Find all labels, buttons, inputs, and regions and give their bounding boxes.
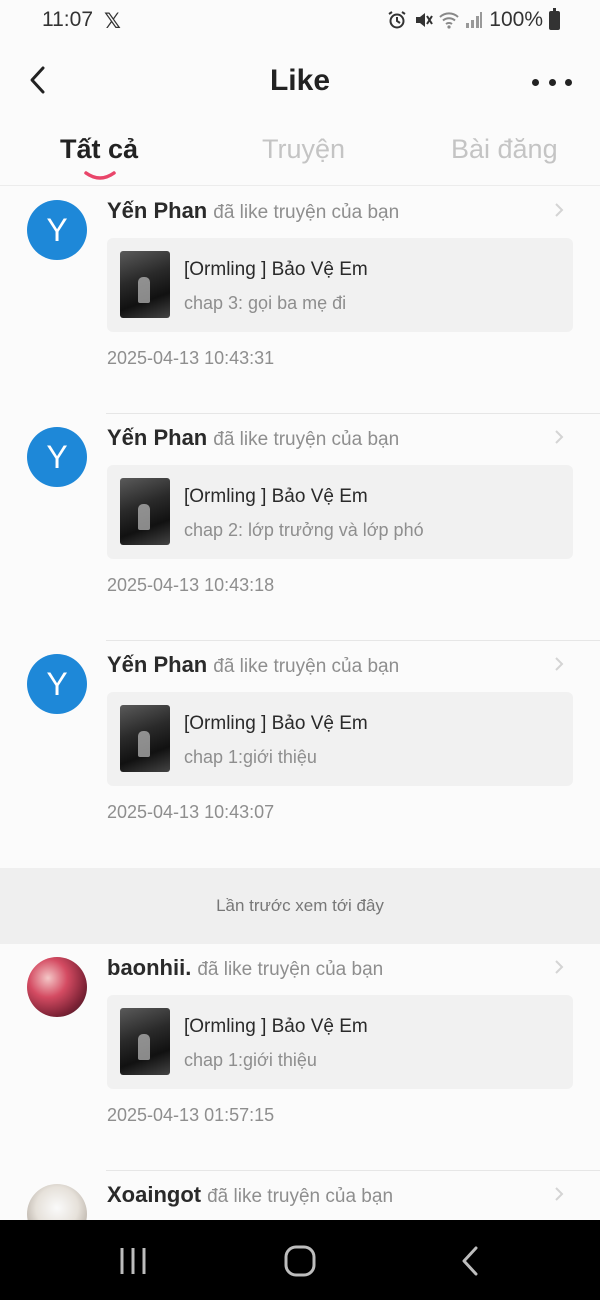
alarm-icon — [388, 11, 406, 29]
username[interactable]: Yến Phan — [107, 425, 207, 450]
page-title: Like — [269, 64, 331, 97]
more-options-button[interactable] — [532, 68, 572, 96]
chevron-right-icon — [555, 203, 564, 217]
story-title: [Ormling ] Bảo Vệ Em — [184, 486, 368, 507]
list-item[interactable]: baonhii. đã like truyện của bạn [Ormling … — [0, 944, 600, 1171]
list-item[interactable]: Y Yến Phan đã like truyện của bạn [Ormlin… — [0, 414, 600, 641]
list-item[interactable]: Xoaingot đã like truyện của bạn — [0, 1171, 600, 1220]
recent-apps-icon — [120, 1248, 146, 1274]
story-card[interactable]: [Ormling ] Bảo Vệ Em chap 3: gọi ba mẹ đ… — [107, 238, 573, 332]
notification-text: Yến Phan đã like truyện của bạn — [107, 425, 570, 451]
avatar[interactable] — [27, 957, 87, 1017]
story-card[interactable]: [Ormling ] Bảo Vệ Em chap 2: lớp trưởng … — [107, 465, 573, 559]
tab-all[interactable]: Tất cả — [60, 134, 138, 165]
status-bar: 11:07 𝕏 100% — [0, 0, 600, 42]
notification-text: Yến Phan đã like truyện của bạn — [107, 652, 570, 678]
tab-stories[interactable]: Truyện — [262, 134, 345, 165]
username[interactable]: Xoaingot — [107, 1182, 201, 1207]
mute-icon — [416, 13, 434, 27]
story-title: [Ormling ] Bảo Vệ Em — [184, 259, 368, 280]
notification-list[interactable]: Y Yến Phan đã like truyện của bạn [Ormlin… — [0, 187, 600, 1220]
wifi-icon — [439, 12, 459, 29]
username[interactable]: Yến Phan — [107, 198, 207, 223]
avatar[interactable] — [27, 1184, 87, 1220]
status-time: 11:07 — [42, 8, 93, 31]
story-card[interactable]: [Ormling ] Bảo Vệ Em chap 1:giới thiệu — [107, 995, 573, 1089]
system-navigation-bar — [0, 1220, 600, 1300]
recent-apps-button[interactable] — [113, 1244, 153, 1278]
story-cover — [120, 478, 170, 545]
story-card[interactable]: [Ormling ] Bảo Vệ Em chap 1:giới thiệu — [107, 692, 573, 786]
timestamp: 2025-04-13 10:43:18 — [107, 575, 275, 595]
notification-text: Xoaingot đã like truyện của bạn — [107, 1182, 570, 1208]
home-button[interactable] — [280, 1244, 320, 1278]
battery-percent: 100% — [489, 8, 543, 31]
notification-text: baonhii. đã like truyện của bạn — [107, 955, 570, 981]
chevron-right-icon — [555, 960, 564, 974]
signal-icon — [466, 12, 483, 28]
timestamp: 2025-04-13 01:57:15 — [107, 1105, 275, 1125]
action-text: đã like truyện của bạn — [197, 959, 384, 980]
list-item[interactable]: Y Yến Phan đã like truyện của bạn [Ormlin… — [0, 187, 600, 414]
dot-icon — [548, 78, 556, 86]
story-cover — [120, 1008, 170, 1075]
story-title: [Ormling ] Bảo Vệ Em — [184, 713, 368, 734]
back-arrow-icon — [462, 1246, 478, 1276]
header: Like — [0, 42, 600, 122]
chevron-right-icon — [555, 430, 564, 444]
notification-text: Yến Phan đã like truyện của bạn — [107, 198, 570, 224]
tab-posts[interactable]: Bài đăng — [451, 134, 558, 165]
active-tab-indicator — [84, 171, 116, 180]
action-text: đã like truyện của bạn — [213, 656, 400, 677]
dot-icon — [565, 78, 572, 86]
list-item[interactable]: Y Yến Phan đã like truyện của bạn [Ormlin… — [0, 641, 600, 868]
story-cover — [120, 251, 170, 318]
action-text: đã like truyện của bạn — [213, 429, 400, 450]
chevron-right-icon — [555, 1187, 564, 1201]
chevron-right-icon — [555, 657, 564, 671]
tab-bar: Tất cả Truyện Bài đăng — [0, 122, 600, 186]
chapter-title: chap 2: lớp trưởng và lớp phó — [184, 520, 424, 540]
story-cover — [120, 705, 170, 772]
avatar[interactable]: Y — [27, 200, 87, 260]
home-icon — [284, 1245, 316, 1277]
status-icons: 100% — [387, 7, 560, 32]
avatar[interactable]: Y — [27, 427, 87, 487]
battery-icon — [549, 7, 560, 30]
username[interactable]: Yến Phan — [107, 652, 207, 677]
action-text: đã like truyện của bạn — [213, 202, 400, 223]
chapter-title: chap 3: gọi ba mẹ đi — [184, 293, 347, 313]
chapter-title: chap 1:giới thiệu — [184, 1050, 317, 1070]
timestamp: 2025-04-13 10:43:07 — [107, 802, 275, 822]
avatar[interactable]: Y — [27, 654, 87, 714]
back-nav-button[interactable] — [452, 1244, 492, 1278]
x-app-icon: 𝕏 — [104, 10, 121, 33]
last-seen-divider: Lần trước xem tới đây — [0, 868, 600, 944]
action-text: đã like truyện của bạn — [207, 1186, 394, 1207]
dot-icon — [532, 78, 539, 86]
username[interactable]: baonhii. — [107, 955, 191, 980]
story-title: [Ormling ] Bảo Vệ Em — [184, 1016, 368, 1037]
chapter-title: chap 1:giới thiệu — [184, 747, 317, 767]
timestamp: 2025-04-13 10:43:31 — [107, 348, 275, 368]
